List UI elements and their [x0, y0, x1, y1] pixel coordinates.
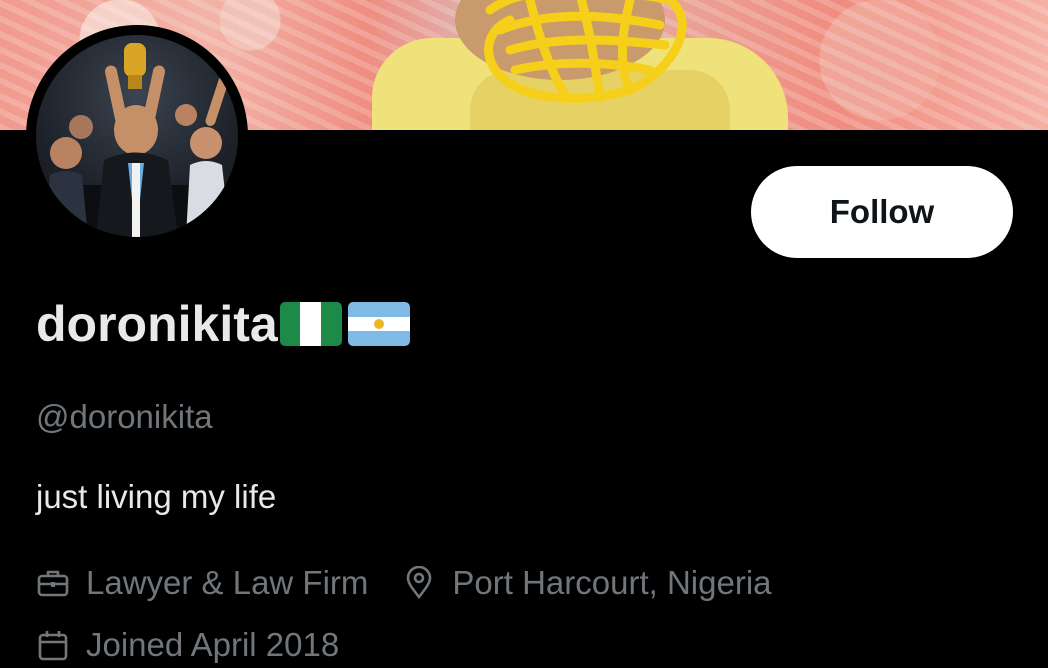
display-name-text: doronikita: [36, 296, 278, 352]
profile-joined-date: Joined April 2018: [86, 626, 340, 663]
location-pin-icon: [402, 566, 436, 600]
profile-joined-row: Joined April 2018: [36, 622, 339, 668]
profile-handle: @doronikita: [36, 398, 213, 435]
nigeria-flag-icon: [279, 302, 342, 346]
avatar-illustration: [36, 43, 238, 237]
argentina-flag-icon: [347, 302, 410, 346]
follow-button[interactable]: Follow: [751, 166, 1013, 258]
profile-location: Port Harcourt, Nigeria: [452, 564, 772, 601]
profile-avatar[interactable]: [26, 25, 248, 247]
briefcase-icon: [36, 566, 70, 600]
avatar-photo: [36, 35, 238, 237]
profile-bio: just living my life: [36, 478, 277, 515]
calendar-icon: [36, 628, 70, 662]
face-scribble-redaction: [484, 0, 687, 103]
profile-meta-row: Lawyer & Law Firm Port Harcourt, Nigeria: [36, 560, 772, 606]
profile-category: Lawyer & Law Firm: [86, 564, 369, 601]
profile-display-name: doronikita: [36, 292, 410, 356]
